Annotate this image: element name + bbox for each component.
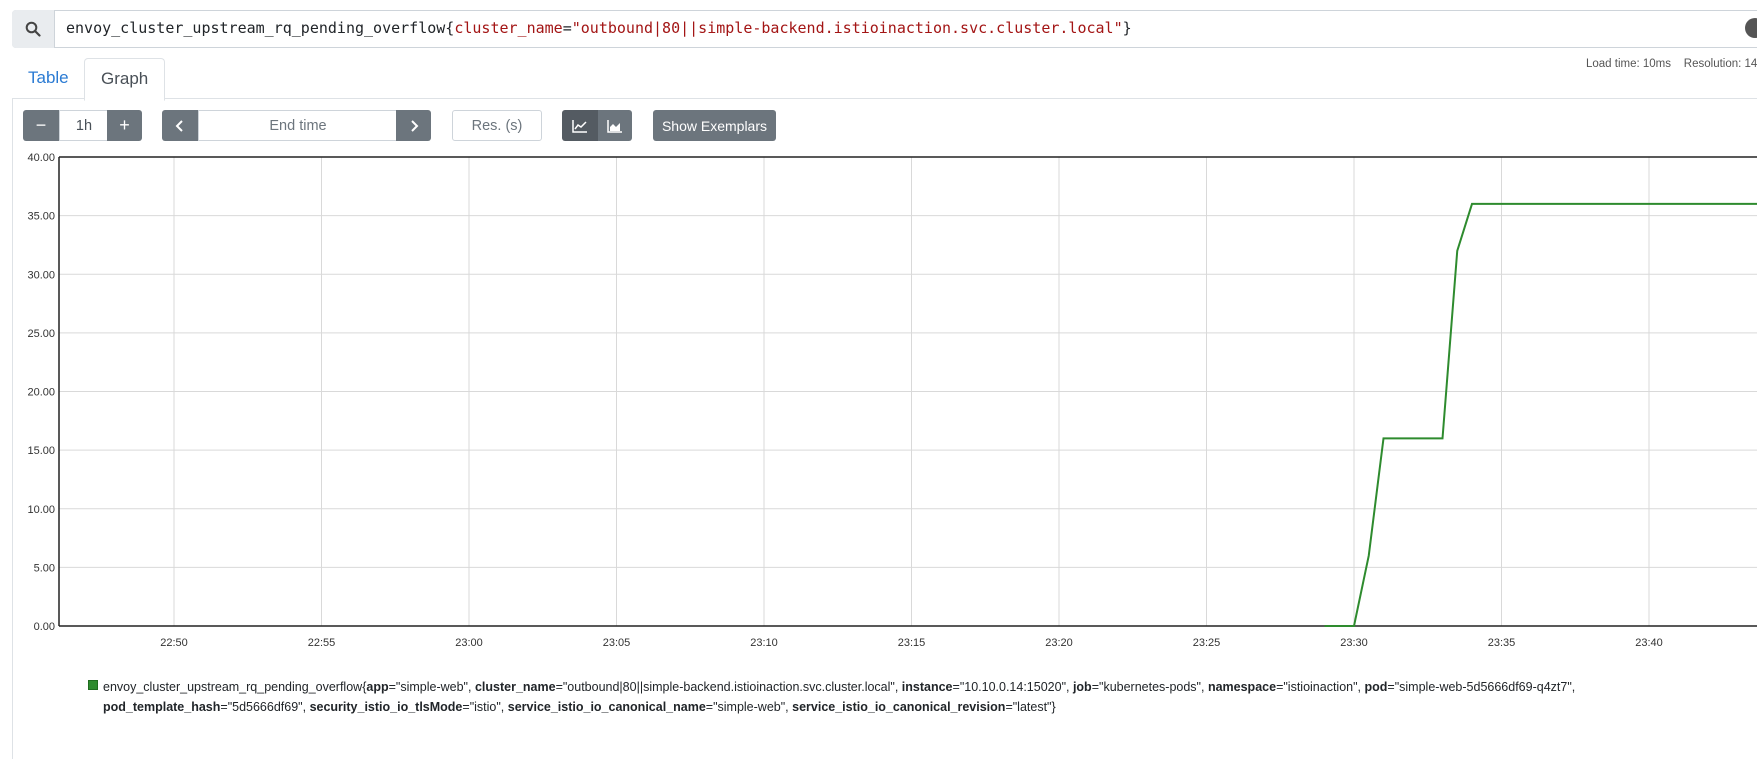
x-tick-label: 23:15 bbox=[898, 637, 926, 649]
legend-label-key: pod bbox=[1365, 680, 1388, 694]
previous-time-button[interactable] bbox=[162, 110, 198, 141]
legend-label-key: instance bbox=[902, 680, 953, 694]
legend-label-value: ="simple-web", bbox=[389, 680, 475, 694]
y-tick-label: 5.00 bbox=[34, 562, 55, 574]
x-tick-label: 23:00 bbox=[455, 637, 483, 649]
resolution-stat: Resolution: 14s bbox=[1684, 58, 1757, 70]
expression-input[interactable]: envoy_cluster_upstream_rq_pending_overfl… bbox=[66, 19, 1132, 37]
end-time-input[interactable]: End time bbox=[198, 110, 398, 141]
y-tick-label: 20.00 bbox=[27, 387, 55, 399]
legend-label-value: ="5d5666df69", bbox=[220, 700, 309, 714]
legend-item[interactable]: envoy_cluster_upstream_rq_pending_overfl… bbox=[103, 677, 1703, 717]
legend-swatch[interactable] bbox=[88, 680, 98, 690]
y-tick-label: 25.00 bbox=[27, 328, 55, 340]
legend-label-value: ="simple-web", bbox=[706, 700, 792, 714]
legend-label-key: namespace bbox=[1208, 680, 1276, 694]
x-tick-label: 23:10 bbox=[750, 637, 778, 649]
x-tick-label: 23:30 bbox=[1340, 637, 1368, 649]
query-metric: envoy_cluster_upstream_rq_pending_overfl… bbox=[66, 19, 445, 37]
query-label-value: "outbound|80||simple-backend.istioinacti… bbox=[572, 19, 1123, 37]
query-brace-open: { bbox=[445, 19, 454, 37]
chevron-left-icon bbox=[175, 119, 185, 133]
legend-label-key: service_istio_io_canonical_revision bbox=[792, 700, 1005, 714]
decrease-range-button[interactable]: − bbox=[23, 110, 59, 141]
legend-label-key: cluster_name bbox=[475, 680, 556, 694]
legend-label-value: ="outbound|80||simple-backend.istioinact… bbox=[556, 680, 902, 694]
legend-label-key: job bbox=[1073, 680, 1092, 694]
y-tick-label: 15.00 bbox=[27, 445, 55, 457]
x-tick-label: 23:25 bbox=[1193, 637, 1221, 649]
query-label-eq: = bbox=[563, 19, 572, 37]
stacked-chart-button[interactable] bbox=[598, 110, 632, 141]
x-tick-label: 23:20 bbox=[1045, 637, 1073, 649]
y-tick-label: 0.00 bbox=[34, 621, 55, 633]
load-time: Load time: 10ms bbox=[1586, 58, 1671, 70]
x-tick-label: 23:40 bbox=[1635, 637, 1663, 649]
x-tick-label: 22:50 bbox=[160, 637, 188, 649]
legend-label-value: ="10.10.0.14:15020", bbox=[953, 680, 1073, 694]
query-label-key: cluster_name bbox=[454, 19, 562, 37]
query-stats: Load time: 10ms Resolution: 14s bbox=[1586, 58, 1757, 70]
legend-label-value: ="istio", bbox=[462, 700, 507, 714]
tab-table[interactable]: Table bbox=[12, 58, 85, 98]
y-tick-label: 30.00 bbox=[27, 269, 55, 281]
legend-label-value: ="latest" bbox=[1005, 700, 1051, 714]
legend-label-key: app bbox=[366, 680, 388, 694]
x-tick-label: 23:05 bbox=[603, 637, 631, 649]
legend-label-value: ="simple-web-5d5666df69-q4zt7", bbox=[1387, 680, 1575, 694]
search-icon bbox=[12, 10, 55, 48]
range-input[interactable]: 1h bbox=[59, 110, 109, 141]
x-tick-label: 23:35 bbox=[1488, 637, 1516, 649]
next-time-button[interactable] bbox=[396, 110, 431, 141]
legend-label-value: ="istioinaction", bbox=[1276, 680, 1364, 694]
area-chart-icon bbox=[607, 119, 623, 133]
query-brace-close: } bbox=[1123, 19, 1132, 37]
series-line bbox=[1325, 204, 1757, 626]
chevron-right-icon bbox=[409, 119, 419, 133]
y-axis: 0.00 5.00 10.00 15.00 20.00 25.00 30.00 35.00 40… bbox=[27, 152, 55, 633]
legend-metric: envoy_cluster_upstream_rq_pending_overfl… bbox=[103, 680, 362, 694]
legend-label-value: ="kubernetes-pods", bbox=[1092, 680, 1208, 694]
graph-chart: 0.00 5.00 10.00 15.00 20.00 25.00 30.00 35.00 40… bbox=[0, 150, 1757, 660]
y-tick-label: 10.00 bbox=[27, 504, 55, 516]
x-tick-label: 22:55 bbox=[308, 637, 336, 649]
resolution-input[interactable]: Res. (s) bbox=[452, 110, 542, 141]
y-tick-label: 40.00 bbox=[27, 152, 55, 164]
legend-label-key: security_istio_io_tlsMode bbox=[310, 700, 463, 714]
x-axis: 22:50 22:55 23:00 23:05 23:10 23:15 23:20 23:25… bbox=[160, 637, 1663, 649]
legend-label-key: pod_template_hash bbox=[103, 700, 220, 714]
increase-range-button[interactable]: + bbox=[107, 110, 142, 141]
line-chart-icon bbox=[572, 119, 588, 133]
series-lines bbox=[1325, 204, 1757, 626]
line-chart-button[interactable] bbox=[562, 110, 598, 141]
chart-grid bbox=[59, 157, 1757, 626]
tab-graph[interactable]: Graph bbox=[84, 58, 165, 101]
show-exemplars-button[interactable]: Show Exemplars bbox=[653, 110, 776, 141]
y-tick-label: 35.00 bbox=[27, 211, 55, 223]
legend-label-key: service_istio_io_canonical_name bbox=[508, 700, 706, 714]
